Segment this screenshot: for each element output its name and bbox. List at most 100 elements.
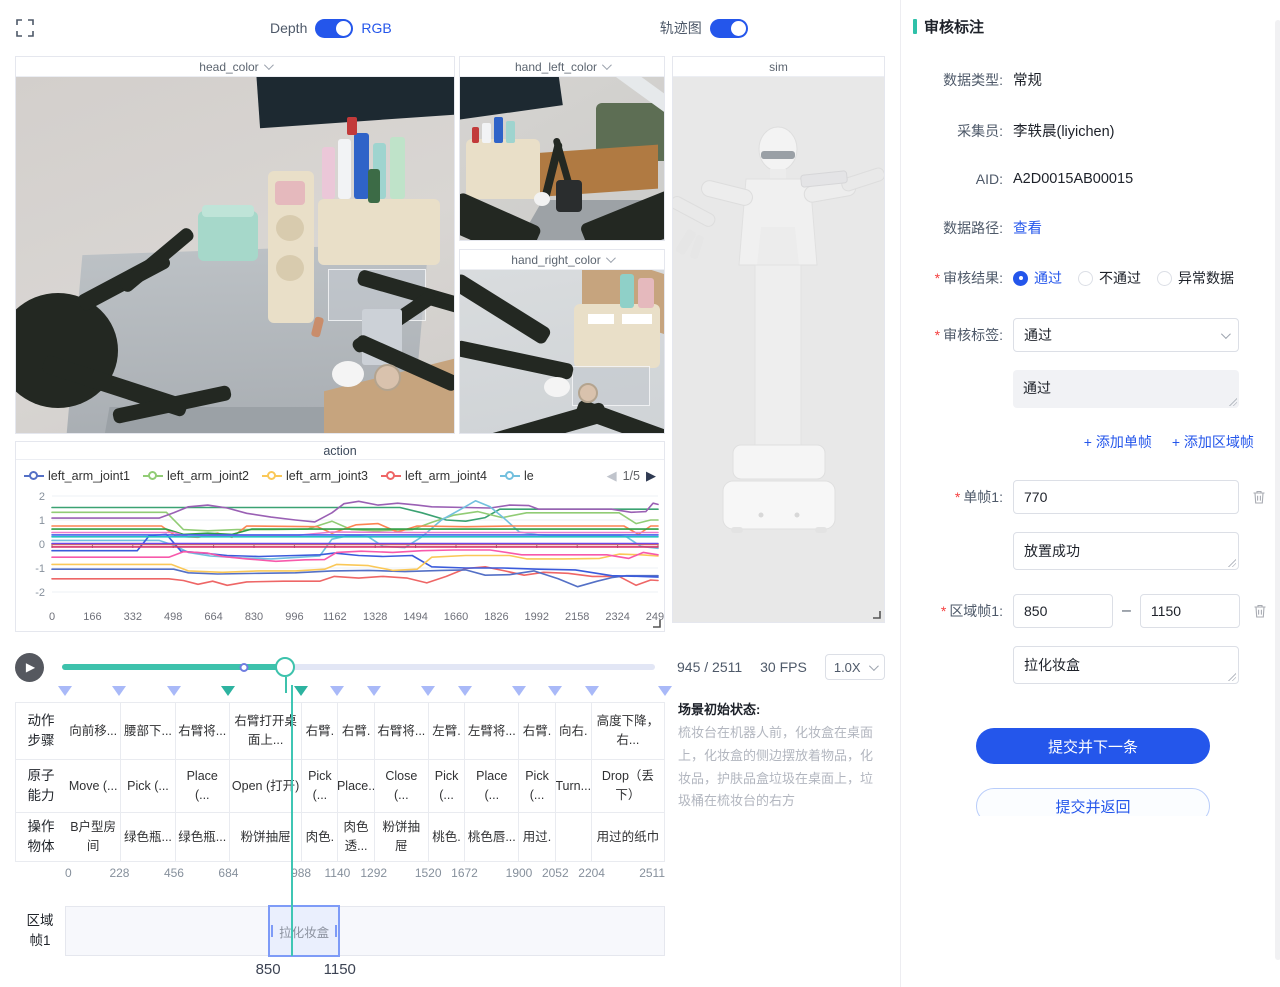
- segment-left-handle[interactable]: [271, 925, 273, 937]
- slider-handle[interactable]: [275, 657, 295, 677]
- segment-cell[interactable]: Turn...: [555, 760, 591, 812]
- legend-prev-icon[interactable]: ◀: [607, 468, 617, 484]
- review-tag-note[interactable]: 通过: [1013, 370, 1239, 408]
- timeline-marker-icon[interactable]: [658, 686, 672, 703]
- region-frame-segment[interactable]: 拉化妆盒: [268, 905, 339, 957]
- speed-select[interactable]: 1.0X: [825, 654, 885, 680]
- segment-cell[interactable]: Pick (...: [428, 760, 464, 812]
- timeline-marker-icon[interactable]: [512, 686, 526, 703]
- segment-cell[interactable]: 粉饼抽屉: [229, 813, 301, 861]
- segment-cell[interactable]: 左臂.: [428, 703, 464, 759]
- segment-cell[interactable]: Open (打开): [229, 760, 301, 812]
- data-path-view-link[interactable]: 查看: [1013, 217, 1042, 238]
- segment-cell[interactable]: 腰部下...: [120, 703, 174, 759]
- legend-next-icon[interactable]: ▶: [646, 468, 656, 484]
- timeline-marker-icon[interactable]: [421, 686, 435, 703]
- review-result-option[interactable]: 异常数据: [1157, 268, 1234, 288]
- depth-rgb-switch[interactable]: [315, 19, 353, 38]
- timeline-marker-icon[interactable]: [330, 686, 344, 703]
- add-single-frame-link[interactable]: + 添加单帧: [1084, 432, 1152, 452]
- chart-resize-handle[interactable]: [650, 617, 662, 629]
- segment-cell[interactable]: 右臂将...: [374, 703, 428, 759]
- timeline-marker-icon[interactable]: [548, 686, 562, 703]
- single-frame-input[interactable]: 770: [1013, 480, 1239, 514]
- segment-cell[interactable]: 绿色瓶...: [175, 813, 229, 861]
- timeline-marker-icon[interactable]: [221, 686, 235, 703]
- segment-cell[interactable]: 用过的纸巾: [591, 813, 664, 861]
- segment-cell[interactable]: 肉色透...: [337, 813, 373, 861]
- segment-cell[interactable]: 粉饼抽屉: [374, 813, 428, 861]
- progress-slider[interactable]: [62, 657, 655, 677]
- play-button[interactable]: ▶: [15, 653, 44, 682]
- region-frame-note[interactable]: 拉化妆盒: [1013, 646, 1239, 684]
- segment-cell[interactable]: [555, 813, 591, 861]
- region-start-input[interactable]: 850: [1013, 594, 1113, 628]
- sim-resize-handle[interactable]: [870, 608, 882, 620]
- panel-scrollbar[interactable]: [1275, 20, 1280, 960]
- segment-cell[interactable]: 右臂将...: [175, 703, 229, 759]
- delete-single-frame-icon[interactable]: [1251, 489, 1267, 505]
- single-frame-marker-dot[interactable]: [239, 663, 248, 672]
- segment-right-handle[interactable]: [335, 925, 337, 937]
- fullscreen-icon[interactable]: [15, 18, 35, 38]
- segment-cell[interactable]: 右臂.: [301, 703, 337, 759]
- timeline-marker-icon[interactable]: [585, 686, 599, 703]
- segment-cell[interactable]: Pick (...: [120, 760, 174, 812]
- timeline-marker-icon[interactable]: [112, 686, 126, 703]
- review-tag-select[interactable]: 通过: [1013, 318, 1239, 352]
- timeline-marker-icon[interactable]: [294, 686, 308, 703]
- trajectory-switch[interactable]: [710, 19, 748, 38]
- segment-cell[interactable]: 用过.: [518, 813, 554, 861]
- submit-back-button[interactable]: 提交并返回: [976, 788, 1210, 816]
- delete-region-frame-icon[interactable]: [1252, 603, 1268, 619]
- hand-right-camera-select[interactable]: hand_right_color: [460, 250, 664, 270]
- timeline-marker-icon[interactable]: [167, 686, 181, 703]
- segment-cell[interactable]: 左臂将...: [464, 703, 518, 759]
- segment-cell[interactable]: Place..: [337, 760, 373, 812]
- legend-item[interactable]: left_arm_joint3: [262, 469, 368, 483]
- segment-cell[interactable]: 桃色.: [428, 813, 464, 861]
- textarea-resize-icon[interactable]: [1228, 673, 1236, 681]
- region-end-input[interactable]: 1150: [1140, 594, 1240, 628]
- legend-item[interactable]: left_arm_joint2: [143, 469, 249, 483]
- hand-left-camera-select[interactable]: hand_left_color: [460, 57, 664, 77]
- timeline-marker-icon[interactable]: [58, 686, 72, 703]
- segment-cell[interactable]: 肉色.: [301, 813, 337, 861]
- segment-cell[interactable]: Move (...: [66, 760, 120, 812]
- segment-cell[interactable]: 右臂.: [518, 703, 554, 759]
- segment-cell[interactable]: Pick (...: [301, 760, 337, 812]
- segment-cell[interactable]: 桃色唇...: [464, 813, 518, 861]
- legend-item[interactable]: left_arm_joint4: [381, 469, 487, 483]
- single-frame-note[interactable]: 放置成功: [1013, 532, 1239, 570]
- radio-icon[interactable]: [1157, 271, 1172, 286]
- segment-cell[interactable]: Place (...: [175, 760, 229, 812]
- radio-selected-icon[interactable]: [1013, 271, 1028, 286]
- segment-cell[interactable]: Pick (...: [518, 760, 554, 812]
- segment-cell[interactable]: 向前移...: [66, 703, 120, 759]
- svg-text:1494: 1494: [403, 611, 427, 623]
- submit-next-button[interactable]: 提交并下一条: [976, 728, 1210, 764]
- segment-cell[interactable]: 高度下降，右...: [591, 703, 664, 759]
- segment-cell[interactable]: Drop（丢下）: [591, 760, 664, 812]
- segment-cell[interactable]: Place (...: [464, 760, 518, 812]
- segment-cell[interactable]: 绿色瓶...: [120, 813, 174, 861]
- textarea-resize-icon[interactable]: [1228, 559, 1236, 567]
- legend-label: left_arm_joint3: [286, 469, 368, 483]
- segment-cell[interactable]: 右臂打开桌面上...: [229, 703, 301, 759]
- legend-item[interactable]: le: [500, 469, 534, 483]
- timeline-marker-icon[interactable]: [367, 686, 381, 703]
- head-camera-select[interactable]: head_color: [16, 57, 454, 77]
- segment-cell[interactable]: 向右.: [555, 703, 591, 759]
- textarea-resize-icon[interactable]: [1229, 398, 1237, 406]
- segment-cell[interactable]: Close (...: [374, 760, 428, 812]
- segment-cell[interactable]: 右臂.: [337, 703, 373, 759]
- radio-icon[interactable]: [1078, 271, 1093, 286]
- add-region-frame-link[interactable]: + 添加区域帧: [1172, 432, 1254, 452]
- review-result-option[interactable]: 通过: [1013, 268, 1062, 288]
- svg-text:498: 498: [164, 611, 182, 623]
- segment-cell[interactable]: B户型房间: [66, 813, 120, 861]
- region-frame-track[interactable]: 拉化妆盒: [65, 906, 665, 956]
- review-result-option[interactable]: 不通过: [1078, 268, 1141, 288]
- legend-item[interactable]: left_arm_joint1: [24, 469, 130, 483]
- timeline-marker-icon[interactable]: [458, 686, 472, 703]
